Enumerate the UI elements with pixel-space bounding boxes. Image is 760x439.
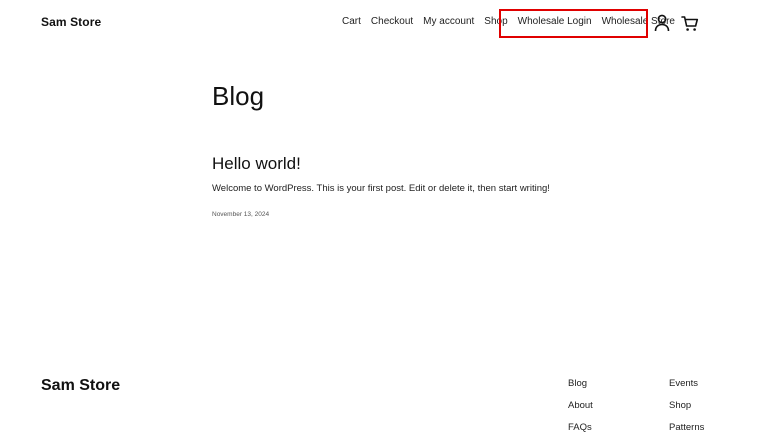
footer-link-about[interactable]: About (568, 400, 593, 422)
user-icon[interactable] (654, 14, 670, 32)
nav-wholesale-login[interactable]: Wholesale Login (518, 16, 592, 27)
post-date: November 13, 2024 (212, 211, 270, 218)
site-title[interactable]: Sam Store (41, 15, 101, 29)
footer-nav-column-2: Events Shop Patterns (669, 378, 704, 439)
footer-link-patterns[interactable]: Patterns (669, 422, 704, 439)
post-title-link[interactable]: Hello world! (212, 155, 301, 172)
nav-checkout[interactable]: Checkout (371, 16, 413, 27)
nav-my-account[interactable]: My account (423, 16, 474, 27)
post-excerpt: Welcome to WordPress. This is your first… (212, 183, 550, 194)
nav-cart[interactable]: Cart (342, 16, 361, 27)
footer-nav-column-1: Blog About FAQs (568, 378, 593, 439)
cart-icon[interactable] (681, 15, 699, 32)
nav-shop[interactable]: Shop (484, 16, 507, 27)
footer-link-shop[interactable]: Shop (669, 400, 704, 422)
page: Sam Store Cart Checkout My account Shop … (0, 0, 760, 439)
footer-link-blog[interactable]: Blog (568, 378, 593, 400)
primary-nav: Cart Checkout My account Shop Wholesale … (342, 16, 675, 27)
footer-link-faqs[interactable]: FAQs (568, 422, 593, 439)
page-title: Blog (212, 81, 265, 111)
footer-link-events[interactable]: Events (669, 378, 704, 400)
footer-site-title[interactable]: Sam Store (41, 377, 120, 395)
